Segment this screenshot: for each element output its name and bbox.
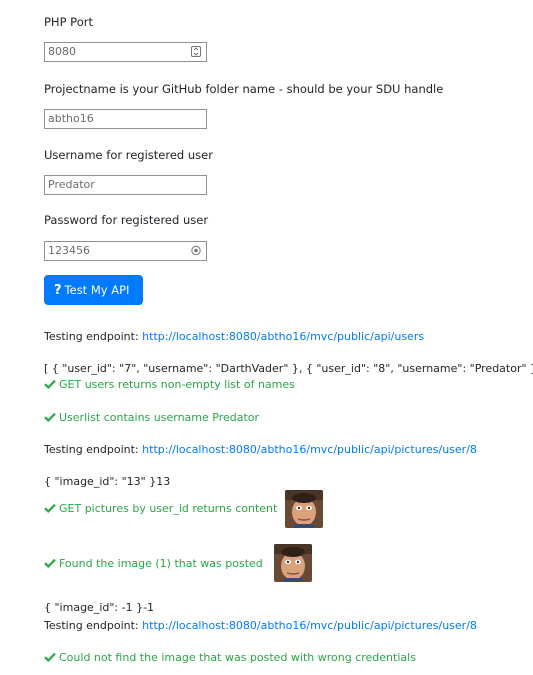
username-input[interactable]: Predator xyxy=(44,175,207,195)
testing-endpoint-pictures-2: Testing endpoint: http://localhost:8080/… xyxy=(44,619,477,632)
check-found-image-text: Found the image (1) that was posted xyxy=(59,557,263,570)
check-found-image: Found the image (1) that was posted xyxy=(44,557,263,570)
username-label: Username for registered user xyxy=(44,148,213,162)
project-name-input[interactable]: abtho16 xyxy=(44,109,207,129)
check-icon xyxy=(44,558,56,568)
check-get-users-text: GET users returns non-empty list of name… xyxy=(59,378,295,391)
users-json-output: [ { "user_id": "7", "username": "DarthVa… xyxy=(44,362,533,375)
check-userlist-text: Userlist contains username Predator xyxy=(59,411,260,424)
project-label: Projectname is your GitHub folder name -… xyxy=(44,82,444,96)
check-icon xyxy=(44,503,56,513)
endpoint-pictures-link-2[interactable]: http://localhost:8080/abtho16/mvc/public… xyxy=(142,619,477,632)
check-wrong-credentials-text: Could not find the image that was posted… xyxy=(59,651,416,664)
testing-prefix: Testing endpoint: xyxy=(44,330,139,343)
found-image-thumbnail xyxy=(274,544,312,582)
check-get-pictures: GET pictures by user_id returns content xyxy=(44,502,277,515)
posted-image-thumbnail xyxy=(285,490,323,528)
image-json-output-2: { "image_id": -1 }-1 xyxy=(44,601,155,614)
test-my-api-button[interactable]: ? Test My API xyxy=(44,275,143,305)
test-my-api-label: Test My API xyxy=(64,283,130,297)
spinner-icon[interactable] xyxy=(191,46,201,57)
testing-prefix: Testing endpoint: xyxy=(44,619,139,632)
check-get-users: GET users returns non-empty list of name… xyxy=(44,378,295,391)
testing-prefix: Testing endpoint: xyxy=(44,443,139,456)
password-value: 123456 xyxy=(48,244,90,257)
php-port-input[interactable]: 8080 xyxy=(44,42,207,62)
testing-endpoint-users: Testing endpoint: http://localhost:8080/… xyxy=(44,330,424,343)
username-value: Predator xyxy=(48,178,95,191)
image-json-output-1: { "image_id": "13" }13 xyxy=(44,475,171,488)
eye-icon[interactable] xyxy=(191,245,201,256)
password-input[interactable]: 123456 xyxy=(44,241,207,261)
php-port-label: PHP Port xyxy=(44,15,93,29)
check-icon xyxy=(44,652,56,662)
check-icon xyxy=(44,412,56,422)
check-icon xyxy=(44,379,56,389)
password-label: Password for registered user xyxy=(44,213,209,227)
check-userlist: Userlist contains username Predator xyxy=(44,411,259,424)
php-port-value: 8080 xyxy=(48,45,76,58)
check-wrong-credentials: Could not find the image that was posted… xyxy=(44,651,416,664)
endpoint-users-link[interactable]: http://localhost:8080/abtho16/mvc/public… xyxy=(142,330,424,343)
check-get-pictures-text: GET pictures by user_id returns content xyxy=(59,502,278,515)
question-icon: ? xyxy=(54,283,62,298)
testing-endpoint-pictures-1: Testing endpoint: http://localhost:8080/… xyxy=(44,443,477,456)
endpoint-pictures-link-1[interactable]: http://localhost:8080/abtho16/mvc/public… xyxy=(142,443,477,456)
project-name-value: abtho16 xyxy=(48,112,94,125)
